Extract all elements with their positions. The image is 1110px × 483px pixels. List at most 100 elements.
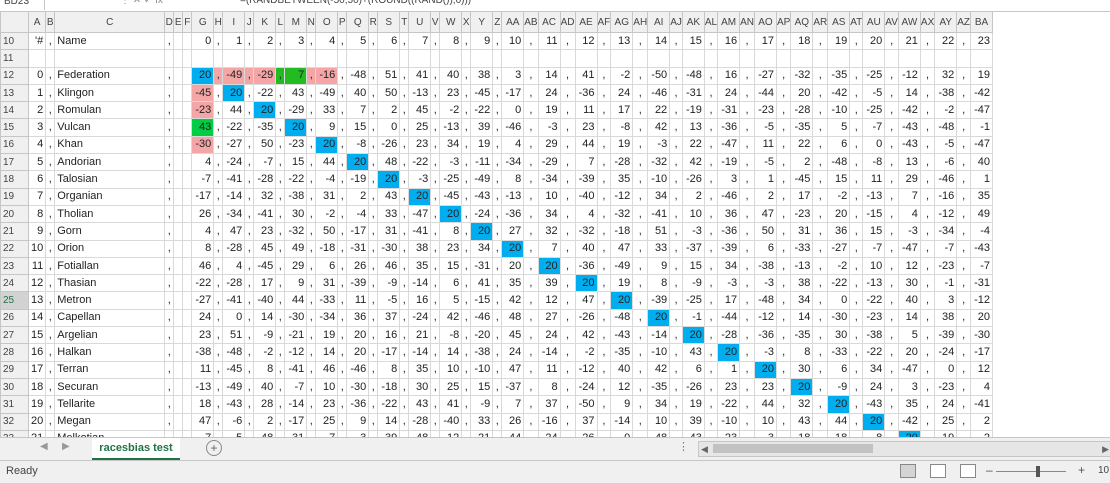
cell[interactable]: , (337, 118, 348, 137)
cell[interactable]: -25 (862, 66, 886, 85)
cell[interactable]: , (275, 308, 286, 328)
cell[interactable] (970, 49, 994, 68)
cell[interactable] (537, 49, 561, 68)
cell[interactable]: -26 (681, 170, 705, 189)
row-header[interactable]: 26 (0, 308, 29, 328)
cell[interactable]: 20 (970, 308, 994, 328)
cell[interactable]: -12 (284, 343, 308, 362)
cell[interactable]: , (812, 31, 829, 51)
column-header[interactable]: AI (647, 11, 671, 33)
cell[interactable]: , (849, 187, 864, 206)
cell[interactable] (182, 135, 193, 155)
cell[interactable]: , (492, 395, 503, 414)
cell[interactable]: 39 (537, 274, 561, 293)
cell[interactable]: 2 (27, 101, 47, 120)
cell[interactable] (173, 343, 184, 362)
cell[interactable]: , (164, 66, 175, 85)
cell[interactable]: 7 (574, 153, 598, 172)
cell[interactable]: 29 (897, 170, 921, 189)
cell[interactable]: 26 (191, 204, 215, 224)
cell[interactable]: -7 (253, 153, 277, 172)
column-header[interactable]: O (315, 11, 339, 33)
cell[interactable]: 5 (439, 291, 463, 310)
cell[interactable]: , (739, 66, 755, 85)
cell[interactable]: , (669, 326, 683, 345)
cell[interactable]: , (884, 395, 899, 414)
cell[interactable]: 49 (284, 239, 308, 258)
cell[interactable]: -38 (191, 343, 215, 362)
cell[interactable]: 47 (191, 412, 215, 431)
cell[interactable] (956, 49, 972, 68)
row-header[interactable]: 29 (0, 360, 29, 379)
cell[interactable]: , (244, 83, 255, 103)
cell[interactable]: , (884, 239, 899, 258)
cell[interactable]: , (884, 222, 899, 241)
cell[interactable]: 4 (27, 135, 47, 155)
cell[interactable]: , (956, 291, 972, 310)
cell[interactable]: , (306, 204, 317, 224)
cell[interactable]: , (244, 395, 255, 414)
cell[interactable]: , (775, 343, 792, 362)
cell[interactable]: , (884, 308, 899, 328)
cell[interactable]: -39 (574, 170, 598, 189)
cell[interactable]: , (275, 135, 286, 155)
cell[interactable]: 7 (27, 187, 47, 206)
row-header[interactable]: 20 (0, 204, 29, 224)
cell[interactable]: , (739, 326, 755, 345)
cell[interactable]: -10 (717, 412, 741, 431)
cell[interactable]: , (368, 135, 379, 155)
cell[interactable]: , (884, 83, 899, 103)
cell[interactable]: 34 (439, 135, 463, 155)
cell[interactable]: , (275, 101, 286, 120)
cell[interactable]: -19 (717, 153, 741, 172)
cell[interactable]: , (632, 153, 649, 172)
cell[interactable]: , (956, 153, 972, 172)
cell[interactable]: , (45, 31, 56, 51)
cell[interactable]: , (703, 395, 719, 414)
cell[interactable] (182, 308, 193, 328)
cell[interactable]: , (399, 343, 410, 362)
normal-view-icon[interactable] (900, 464, 916, 478)
cell[interactable]: , (669, 118, 683, 137)
column-header[interactable]: AA (501, 11, 525, 33)
cell[interactable]: -8 (439, 326, 463, 345)
cell[interactable]: , (306, 343, 317, 362)
cell[interactable]: -35 (610, 343, 634, 362)
cell[interactable]: , (632, 83, 649, 103)
cell[interactable]: , (849, 66, 864, 85)
column-header[interactable]: H (213, 11, 224, 33)
cell[interactable]: -46 (647, 83, 671, 103)
cell[interactable] (182, 377, 193, 397)
cell[interactable]: -10 (647, 343, 671, 362)
cell[interactable]: , (523, 204, 539, 224)
cell[interactable]: -39 (934, 326, 958, 345)
cell[interactable]: 0 (222, 308, 246, 328)
cell[interactable]: 2 (253, 31, 277, 51)
column-header[interactable]: AK (681, 11, 705, 33)
cell[interactable]: , (337, 170, 348, 189)
cell[interactable]: , (430, 377, 441, 397)
cell[interactable]: , (739, 291, 755, 310)
cell[interactable]: , (45, 204, 56, 224)
cell[interactable]: 20 (790, 83, 814, 103)
cell[interactable]: 40 (970, 153, 994, 172)
cell[interactable]: , (775, 187, 792, 206)
column-header[interactable]: BA (970, 11, 994, 33)
cell[interactable]: , (306, 412, 317, 431)
cell[interactable]: , (632, 239, 649, 258)
cell[interactable]: -47 (897, 360, 921, 379)
cell[interactable]: -22 (717, 395, 741, 414)
cell[interactable]: , (399, 412, 410, 431)
column-header[interactable]: M (284, 11, 308, 33)
cell[interactable]: -30 (284, 308, 308, 328)
cell[interactable]: , (213, 412, 224, 431)
cell[interactable]: , (492, 239, 503, 258)
cell[interactable] (182, 222, 193, 241)
cell[interactable]: -12 (934, 204, 958, 224)
cell[interactable]: 23 (717, 377, 741, 397)
cell[interactable]: , (461, 326, 472, 345)
cell[interactable]: -7 (862, 239, 886, 258)
cell[interactable]: , (739, 222, 755, 241)
cell[interactable]: -44 (717, 308, 741, 328)
cell[interactable]: -1 (970, 118, 994, 137)
